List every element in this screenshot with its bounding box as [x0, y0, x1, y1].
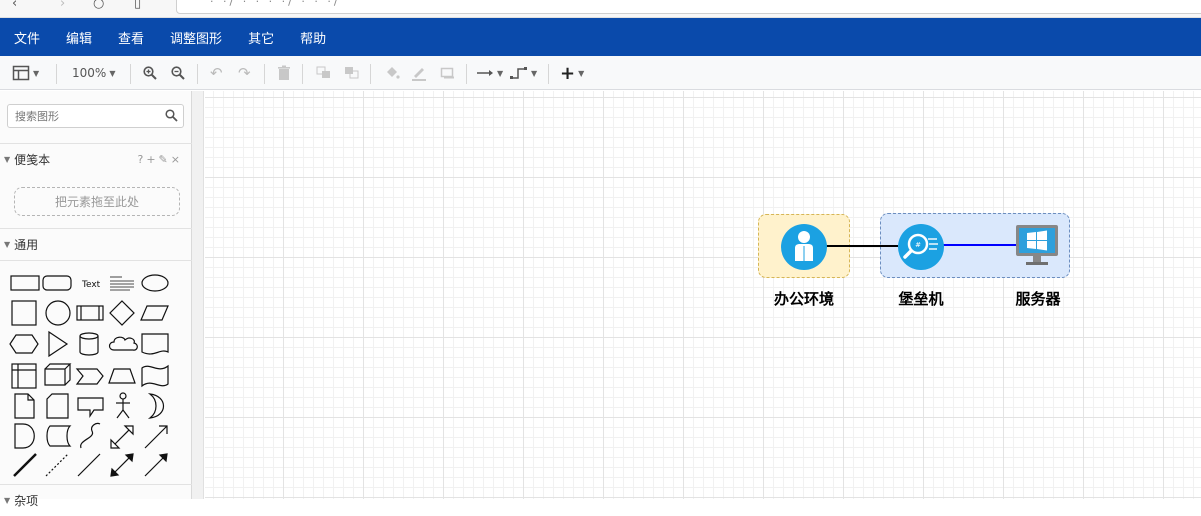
windows-monitor-icon[interactable] [1014, 224, 1060, 268]
bastion-search-icon[interactable]: # [897, 223, 945, 271]
node-label-server[interactable]: 服务器 [988, 288, 1088, 309]
node-label-office[interactable]: 办公环境 [754, 288, 854, 309]
user-icon[interactable] [780, 223, 828, 271]
node-label-bastion[interactable]: 堡垒机 [871, 288, 971, 309]
svg-text:#: # [915, 241, 921, 249]
